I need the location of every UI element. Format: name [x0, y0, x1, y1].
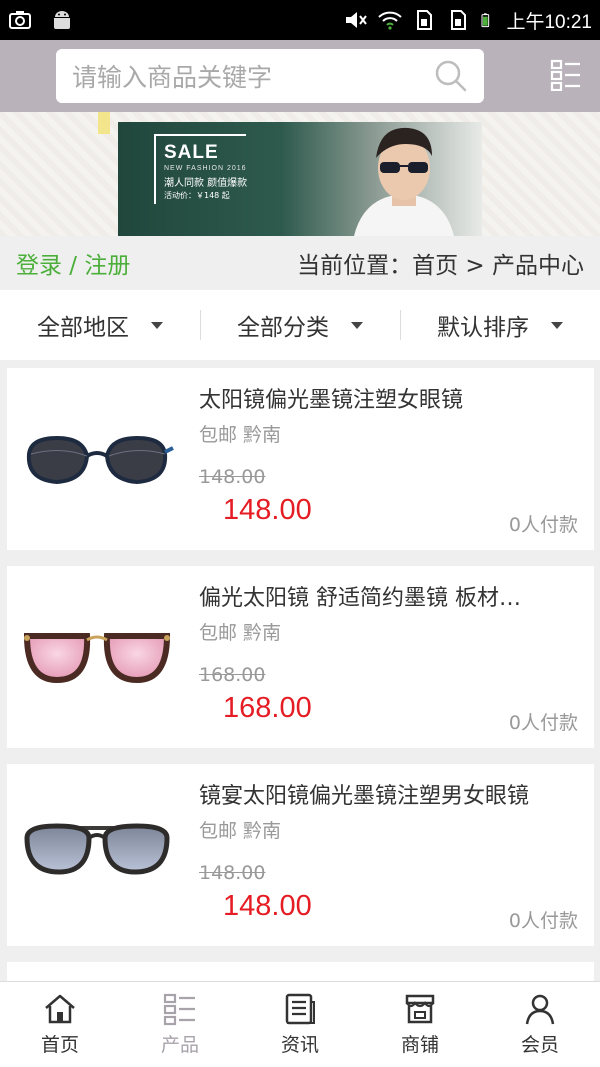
model-illustration	[354, 127, 454, 236]
product-card[interactable]: 偏光太阳镜 舒适简约墨镜 板材… 包邮 黔南 168.00 168.00 0人付…	[7, 566, 594, 748]
original-price: 148.00	[199, 466, 266, 488]
banner-subtitle-en: NEW FASHION 2016	[164, 165, 247, 172]
bottom-nav: 首页 产品 资讯 商铺 会员	[0, 981, 600, 1067]
nav-member[interactable]: 会员	[480, 982, 600, 1067]
member-icon	[525, 994, 555, 1025]
news-icon	[285, 993, 315, 1025]
sales-count: 0人付款	[508, 910, 578, 932]
nav-products-label: 产品	[160, 1034, 199, 1056]
product-card[interactable]: 太阳镜偏光墨镜注塑女眼镜 包邮 黔南 148.00 148.00 0人付款	[7, 368, 594, 550]
banner-image: SALE NEW FASHION 2016 潮人同款 颜值爆款 活动价：￥148…	[118, 122, 482, 236]
product-list-icon	[163, 993, 195, 1026]
pink-mirror-sunglasses-image	[23, 633, 171, 684]
filter-category[interactable]: 全部分类	[200, 310, 400, 341]
nav-shop-label: 商铺	[400, 1034, 439, 1056]
promo-banner[interactable]: SALE NEW FASHION 2016 潮人同款 颜值爆款 活动价：￥148…	[0, 112, 600, 236]
sim1-icon	[417, 10, 433, 30]
nav-news[interactable]: 资讯	[240, 982, 360, 1067]
filter-bar: 全部地区 全部分类 默认排序	[0, 290, 600, 360]
grey-aviator-sunglasses-image	[24, 823, 170, 875]
product-shipping-location: 包邮 黔南	[199, 424, 282, 446]
breadcrumb: 登录 / 注册 当前位置：首页 > 产品中心	[0, 236, 600, 290]
clock: 上午10:21	[506, 11, 592, 33]
caret-down-icon	[351, 321, 363, 329]
banner-accent	[98, 112, 110, 134]
nav-shop[interactable]: 商铺	[360, 982, 480, 1067]
status-bar: 上午10:21	[0, 0, 600, 40]
header: 请输入商品关键字	[0, 40, 600, 112]
android-icon	[54, 11, 70, 29]
nav-home[interactable]: 首页	[0, 982, 120, 1067]
nav-member-label: 会员	[520, 1034, 559, 1056]
product-title: 镜宴太阳镜偏光墨镜注塑男女眼镜	[199, 784, 530, 809]
filter-sort-label: 默认排序	[437, 315, 529, 341]
product-shipping-location: 包邮 黔南	[199, 820, 282, 842]
banner-subtitle-cn: 潮人同款 颜值爆款	[164, 178, 248, 189]
product-title: 偏光太阳镜 舒适简约墨镜 板材…	[199, 586, 521, 611]
search-placeholder: 请输入商品关键字	[72, 63, 273, 92]
product-price: 148.00	[223, 494, 312, 526]
home-icon	[45, 994, 75, 1024]
product-price: 168.00	[223, 692, 312, 724]
filter-sort[interactable]: 默认排序	[400, 310, 600, 341]
caret-down-icon	[551, 321, 563, 329]
product-title: 太阳镜偏光墨镜注塑女眼镜	[199, 388, 464, 413]
sales-count: 0人付款	[508, 514, 578, 536]
mute-icon	[346, 12, 368, 28]
original-price: 148.00	[199, 862, 266, 884]
sim2-icon	[451, 10, 467, 30]
sales-count: 0人付款	[508, 712, 578, 734]
login-register-link[interactable]: 登录 / 注册	[16, 246, 130, 280]
caret-down-icon	[151, 321, 163, 329]
banner-price-line: 活动价：￥148 起	[164, 191, 230, 200]
product-price: 148.00	[223, 890, 312, 922]
list-menu-icon[interactable]	[550, 59, 582, 91]
black-cateye-sunglasses-image	[26, 435, 174, 485]
camera-icon	[9, 11, 31, 29]
shop-icon	[405, 994, 435, 1024]
battery-icon	[481, 13, 490, 28]
current-location: 当前位置：首页 > 产品中心	[297, 253, 584, 279]
product-list: 太阳镜偏光墨镜注塑女眼镜 包邮 黔南 148.00 148.00 0人付款 偏光…	[7, 368, 594, 1008]
wifi-icon	[378, 11, 403, 30]
nav-news-label: 资讯	[280, 1034, 319, 1056]
search-icon[interactable]	[434, 59, 468, 93]
original-price: 168.00	[199, 664, 266, 686]
product-card[interactable]: 镜宴太阳镜偏光墨镜注塑男女眼镜 包邮 黔南 148.00 148.00 0人付款	[7, 764, 594, 946]
nav-products[interactable]: 产品	[120, 982, 240, 1067]
filter-category-label: 全部分类	[237, 315, 329, 341]
banner-sale-text: SALE	[164, 142, 219, 163]
filter-region[interactable]: 全部地区	[0, 310, 200, 341]
nav-home-label: 首页	[40, 1034, 79, 1056]
search-input[interactable]: 请输入商品关键字	[56, 49, 484, 103]
filter-region-label: 全部地区	[37, 315, 129, 341]
product-shipping-location: 包邮 黔南	[199, 622, 282, 644]
